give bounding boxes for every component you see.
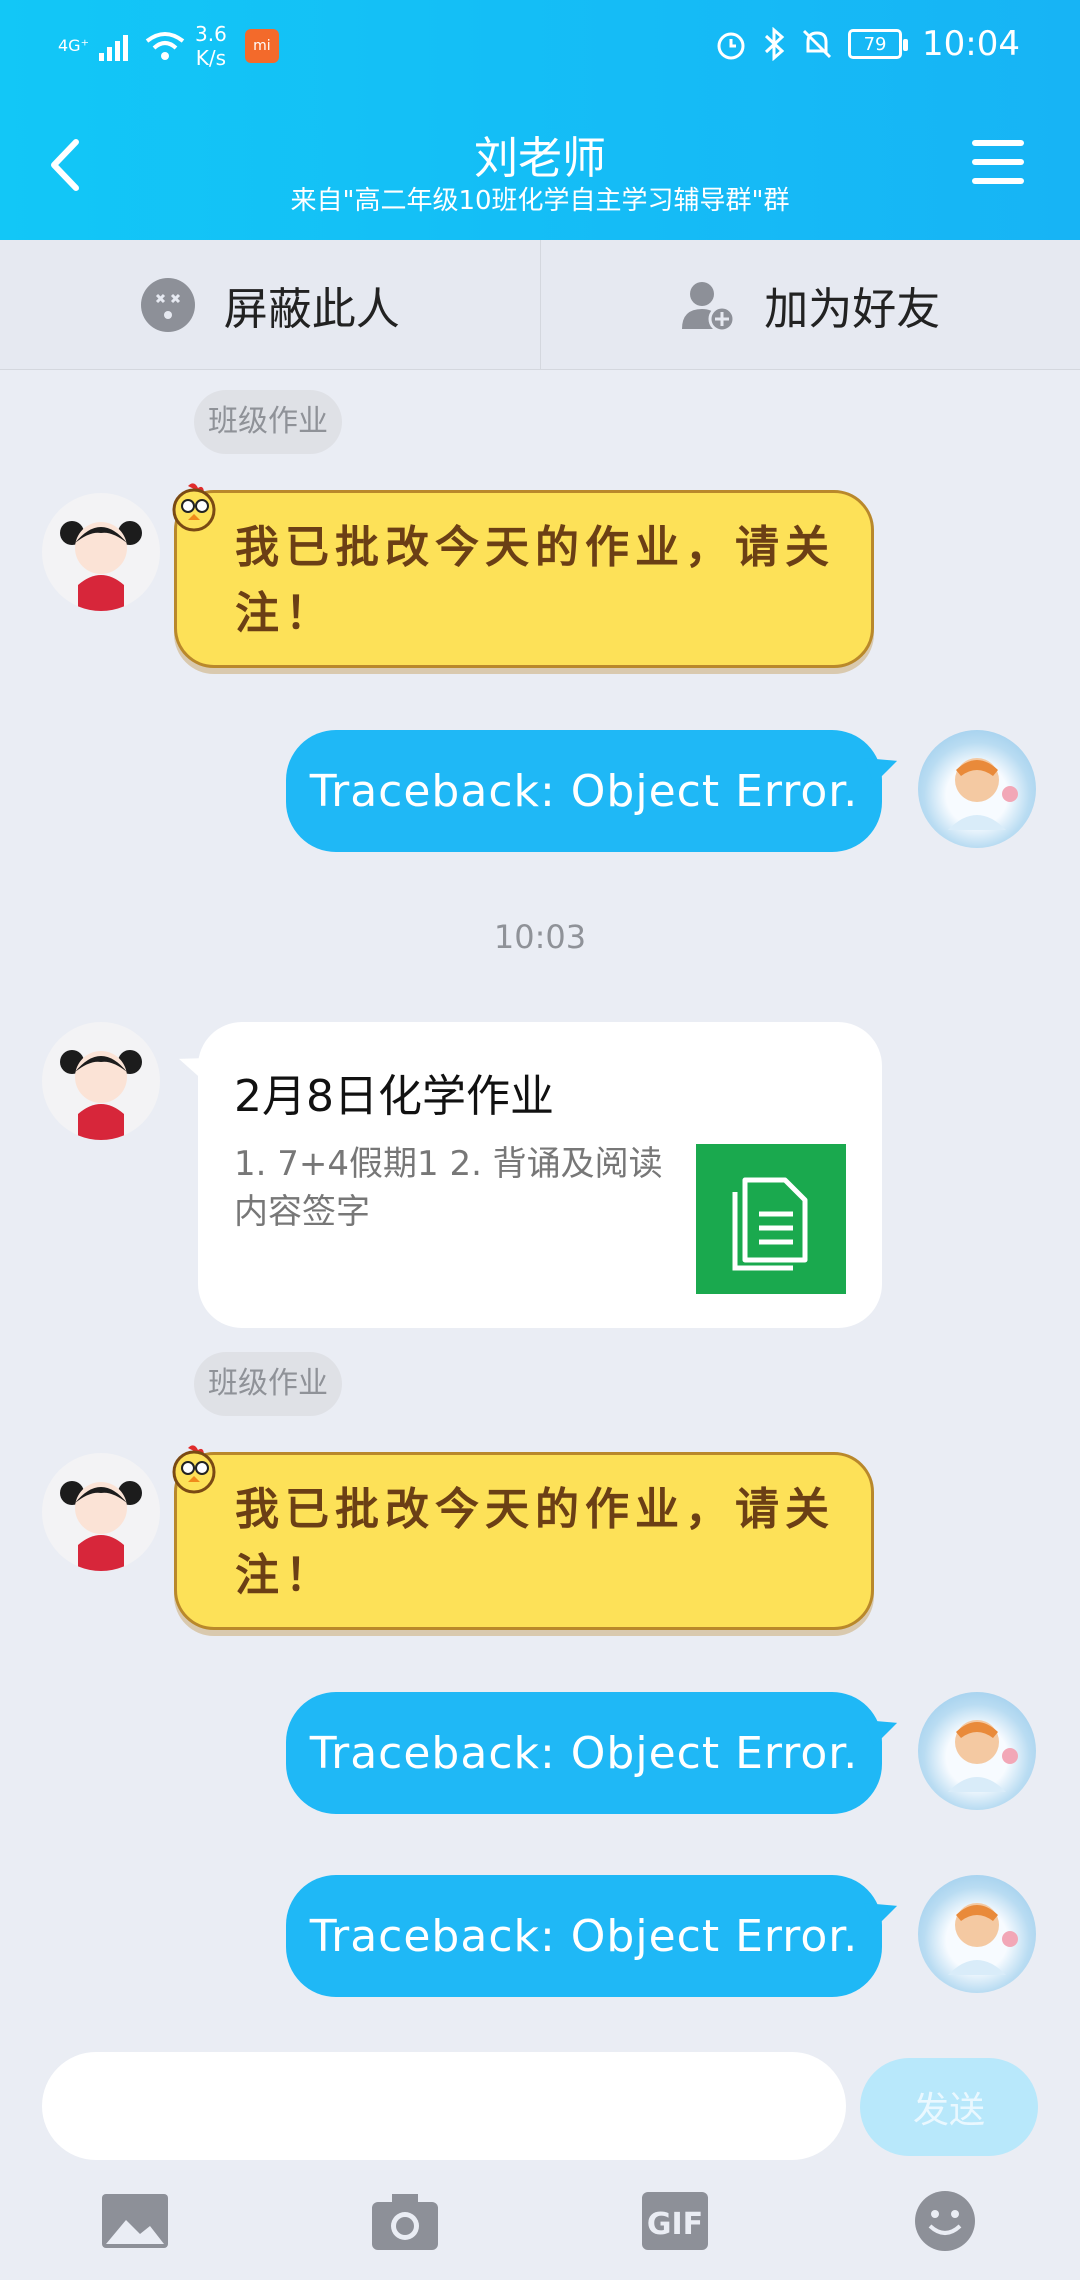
class-homework-tag: 班级作业 <box>194 390 342 454</box>
class-homework-tag: 班级作业 <box>194 1352 342 1416</box>
sticker-text-line2: 注！ <box>235 588 335 639</box>
action-bar: 屏蔽此人 加为好友 <box>0 240 1080 370</box>
my-message-text: Traceback: Object Error. <box>309 1727 859 1779</box>
my-message-text: Traceback: Object Error. <box>309 1910 859 1962</box>
battery-indicator: 79 <box>848 29 909 59</box>
mute-bell-icon <box>802 29 832 59</box>
girl-avatar-icon <box>60 1050 142 1140</box>
homework-card[interactable]: 2月8日化学作业 1. 7+4假期1 2. 背诵及阅读内容签字 <box>198 1022 882 1328</box>
chick-icon <box>172 483 216 532</box>
status-left: 4G⁺ 3.6 K/s mi <box>58 22 279 70</box>
girl-avatar-icon <box>60 521 142 611</box>
homework-card-title: 2月8日化学作业 <box>234 1071 554 1122</box>
bluetooth-icon <box>764 27 785 61</box>
sticker-bubble[interactable]: 我已批改今天的作业，请关 注！ <box>174 1452 874 1630</box>
image-icon[interactable] <box>100 2190 170 2252</box>
snow-avatar-icon <box>948 1720 1018 1792</box>
sticker-text-line1: 我已批改今天的作业，请关 <box>235 1484 835 1535</box>
block-user-button[interactable]: 屏蔽此人 <box>0 240 540 369</box>
block-user-label: 屏蔽此人 <box>223 283 400 335</box>
teacher-avatar[interactable] <box>42 493 160 611</box>
wifi-icon <box>145 32 185 60</box>
gif-icon[interactable]: GIF <box>640 2190 710 2252</box>
net-speed-value: 3.6 <box>195 22 227 46</box>
girl-avatar-icon <box>60 1481 142 1571</box>
net-speed: 3.6 K/s <box>195 22 227 70</box>
block-face-icon <box>140 277 195 332</box>
page-title: 刘老师 <box>474 133 606 184</box>
snow-avatar-icon <box>948 758 1018 830</box>
send-button[interactable]: 发送 <box>860 2058 1038 2156</box>
add-friend-button[interactable]: 加为好友 <box>539 240 1080 369</box>
message-input[interactable] <box>42 2052 846 2160</box>
teacher-avatar[interactable] <box>42 1022 160 1140</box>
my-message-bubble[interactable]: Traceback: Object Error. <box>286 1692 882 1814</box>
battery-level: 79 <box>863 33 887 55</box>
my-message-bubble[interactable]: Traceback: Object Error. <box>286 730 882 852</box>
sticker-text-line1: 我已批改今天的作业，请关 <box>235 522 835 573</box>
add-friend-icon <box>682 281 736 332</box>
sticker-bubble[interactable]: 我已批改今天的作业，请关 注！ <box>174 490 874 668</box>
status-bar: 4G⁺ 3.6 K/s mi 79 10:04 <box>0 0 1080 90</box>
status-right: 79 10:04 <box>714 24 1020 64</box>
my-avatar[interactable] <box>918 1875 1036 1993</box>
emoji-icon[interactable] <box>910 2190 980 2252</box>
svg-text:GIF: GIF <box>647 2207 703 2242</box>
camera-icon[interactable] <box>370 2190 440 2252</box>
input-toolbar: GIF <box>0 2180 1080 2280</box>
teacher-avatar[interactable] <box>42 1453 160 1571</box>
homework-card-desc: 1. 7+4假期1 2. 背诵及阅读内容签字 <box>234 1144 663 1232</box>
my-avatar[interactable] <box>918 1692 1036 1810</box>
header-bar: 4G⁺ 3.6 K/s mi 79 10:04 刘老师 来自"高二年级10班化学… <box>0 0 1080 240</box>
menu-icon[interactable] <box>972 140 1024 186</box>
my-avatar[interactable] <box>918 730 1036 848</box>
my-message-text: Traceback: Object Error. <box>309 765 859 817</box>
mi-app-icon: mi <box>244 29 279 63</box>
message-timestamp: 10:03 <box>493 918 587 956</box>
add-friend-label: 加为好友 <box>764 283 941 335</box>
chick-icon <box>172 1445 216 1494</box>
snow-avatar-icon <box>948 1903 1018 1975</box>
net-speed-unit: K/s <box>195 46 227 70</box>
signal-icon <box>99 35 129 61</box>
document-icon <box>696 1144 846 1294</box>
status-time: 10:04 <box>922 24 1020 64</box>
alarm-icon <box>717 32 745 60</box>
page-subtitle: 来自"高二年级10班化学自主学习辅导群"群 <box>290 186 790 216</box>
network-label: 4G⁺ <box>58 36 90 55</box>
sticker-text-line2: 注！ <box>235 1550 335 1601</box>
my-message-bubble[interactable]: Traceback: Object Error. <box>286 1875 882 1997</box>
